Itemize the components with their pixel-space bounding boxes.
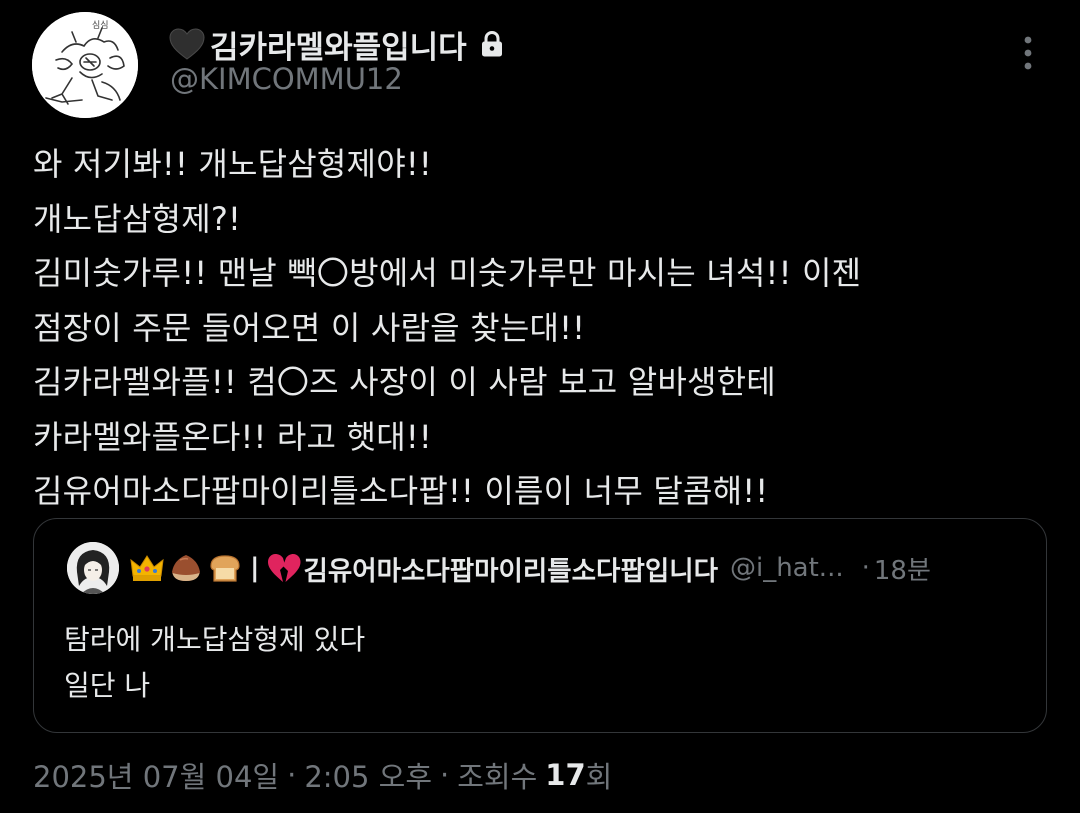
quoted-author-row[interactable]: | 김유어마소다팝마이리틀소다팝입니다 @i_hat... · 18분: [129, 545, 931, 591]
tweet-date[interactable]: 2025년 07월 04일: [33, 754, 279, 796]
author-name-row[interactable]: 김카라멜와플입니다: [168, 22, 505, 66]
chestnut-icon: [172, 555, 200, 581]
meta-separator: ·: [440, 758, 450, 792]
broken-heart-icon: [267, 554, 300, 582]
views-count: 17: [545, 758, 586, 792]
tweet-line: 와 저기봐!! 개노답삼형제야!!: [33, 145, 432, 183]
tweet-line: 개노답삼형제?!: [33, 199, 242, 238]
views-suffix: 회: [585, 760, 613, 794]
quoted-handle[interactable]: @i_hat...: [730, 553, 844, 583]
views-label: 조회수: [457, 760, 538, 794]
quoted-name-separator: |: [250, 553, 260, 583]
lock-icon: [481, 30, 502, 57]
quoted-timestamp[interactable]: 18분: [874, 550, 931, 587]
quoted-line: 일단 나: [64, 669, 151, 702]
crown-icon: [130, 555, 164, 581]
black-heart-icon: [169, 28, 205, 60]
quoted-dot-separator: ·: [861, 553, 870, 583]
tweet-line: 점장이 주문 들어오면 이 사람을 찾는대!!: [33, 308, 586, 347]
tweet-text: 와 저기봐!! 개노답삼형제야!! 개노답삼형제?! 김미숫가루!! 맨날 빽〇…: [33, 137, 1053, 519]
avatar-caption: 심심: [92, 20, 109, 31]
author-avatar[interactable]: 심심: [32, 12, 138, 118]
tweet-line: 카라멜와플온다!! 라고 햇대!!: [33, 417, 432, 456]
author-handle[interactable]: @KIMCOMMU12: [170, 62, 403, 96]
quoted-author-avatar[interactable]: [67, 542, 119, 594]
tweet-time[interactable]: 2:05 오후: [304, 754, 432, 796]
meta-separator: ·: [287, 758, 297, 792]
quoted-tweet-card[interactable]: | 김유어마소다팝마이리틀소다팝입니다 @i_hat... · 18분 탐라에 …: [33, 518, 1047, 733]
quoted-display-name[interactable]: 김유어마소다팝마이리틀소다팝입니다: [304, 549, 718, 588]
tweet-line: 김카라멜와플!! 컴〇즈 사장이 이 사람 보고 알바생한테: [33, 363, 776, 401]
author-display-name[interactable]: 김카라멜와플입니다: [210, 22, 467, 67]
tweet-meta: 2025년 07월 04일 · 2:05 오후 · 조회수 17 회: [33, 751, 612, 799]
more-options-icon: [1024, 36, 1032, 70]
tweet-line: 김유어마소다팝마이리틀소다팝!! 이름이 너무 달콤해!!: [33, 472, 769, 510]
bread-icon: [210, 555, 240, 582]
more-options-button[interactable]: [1010, 32, 1046, 74]
quoted-line: 탐라에 개노답삼형제 있다: [64, 623, 366, 656]
quoted-tweet-text: 탐라에 개노답삼형제 있다 일단 나: [64, 617, 365, 709]
tweet-line: 김미숫가루!! 맨날 빽〇방에서 미숫가루만 마시는 녀석!! 이젠: [33, 254, 862, 292]
